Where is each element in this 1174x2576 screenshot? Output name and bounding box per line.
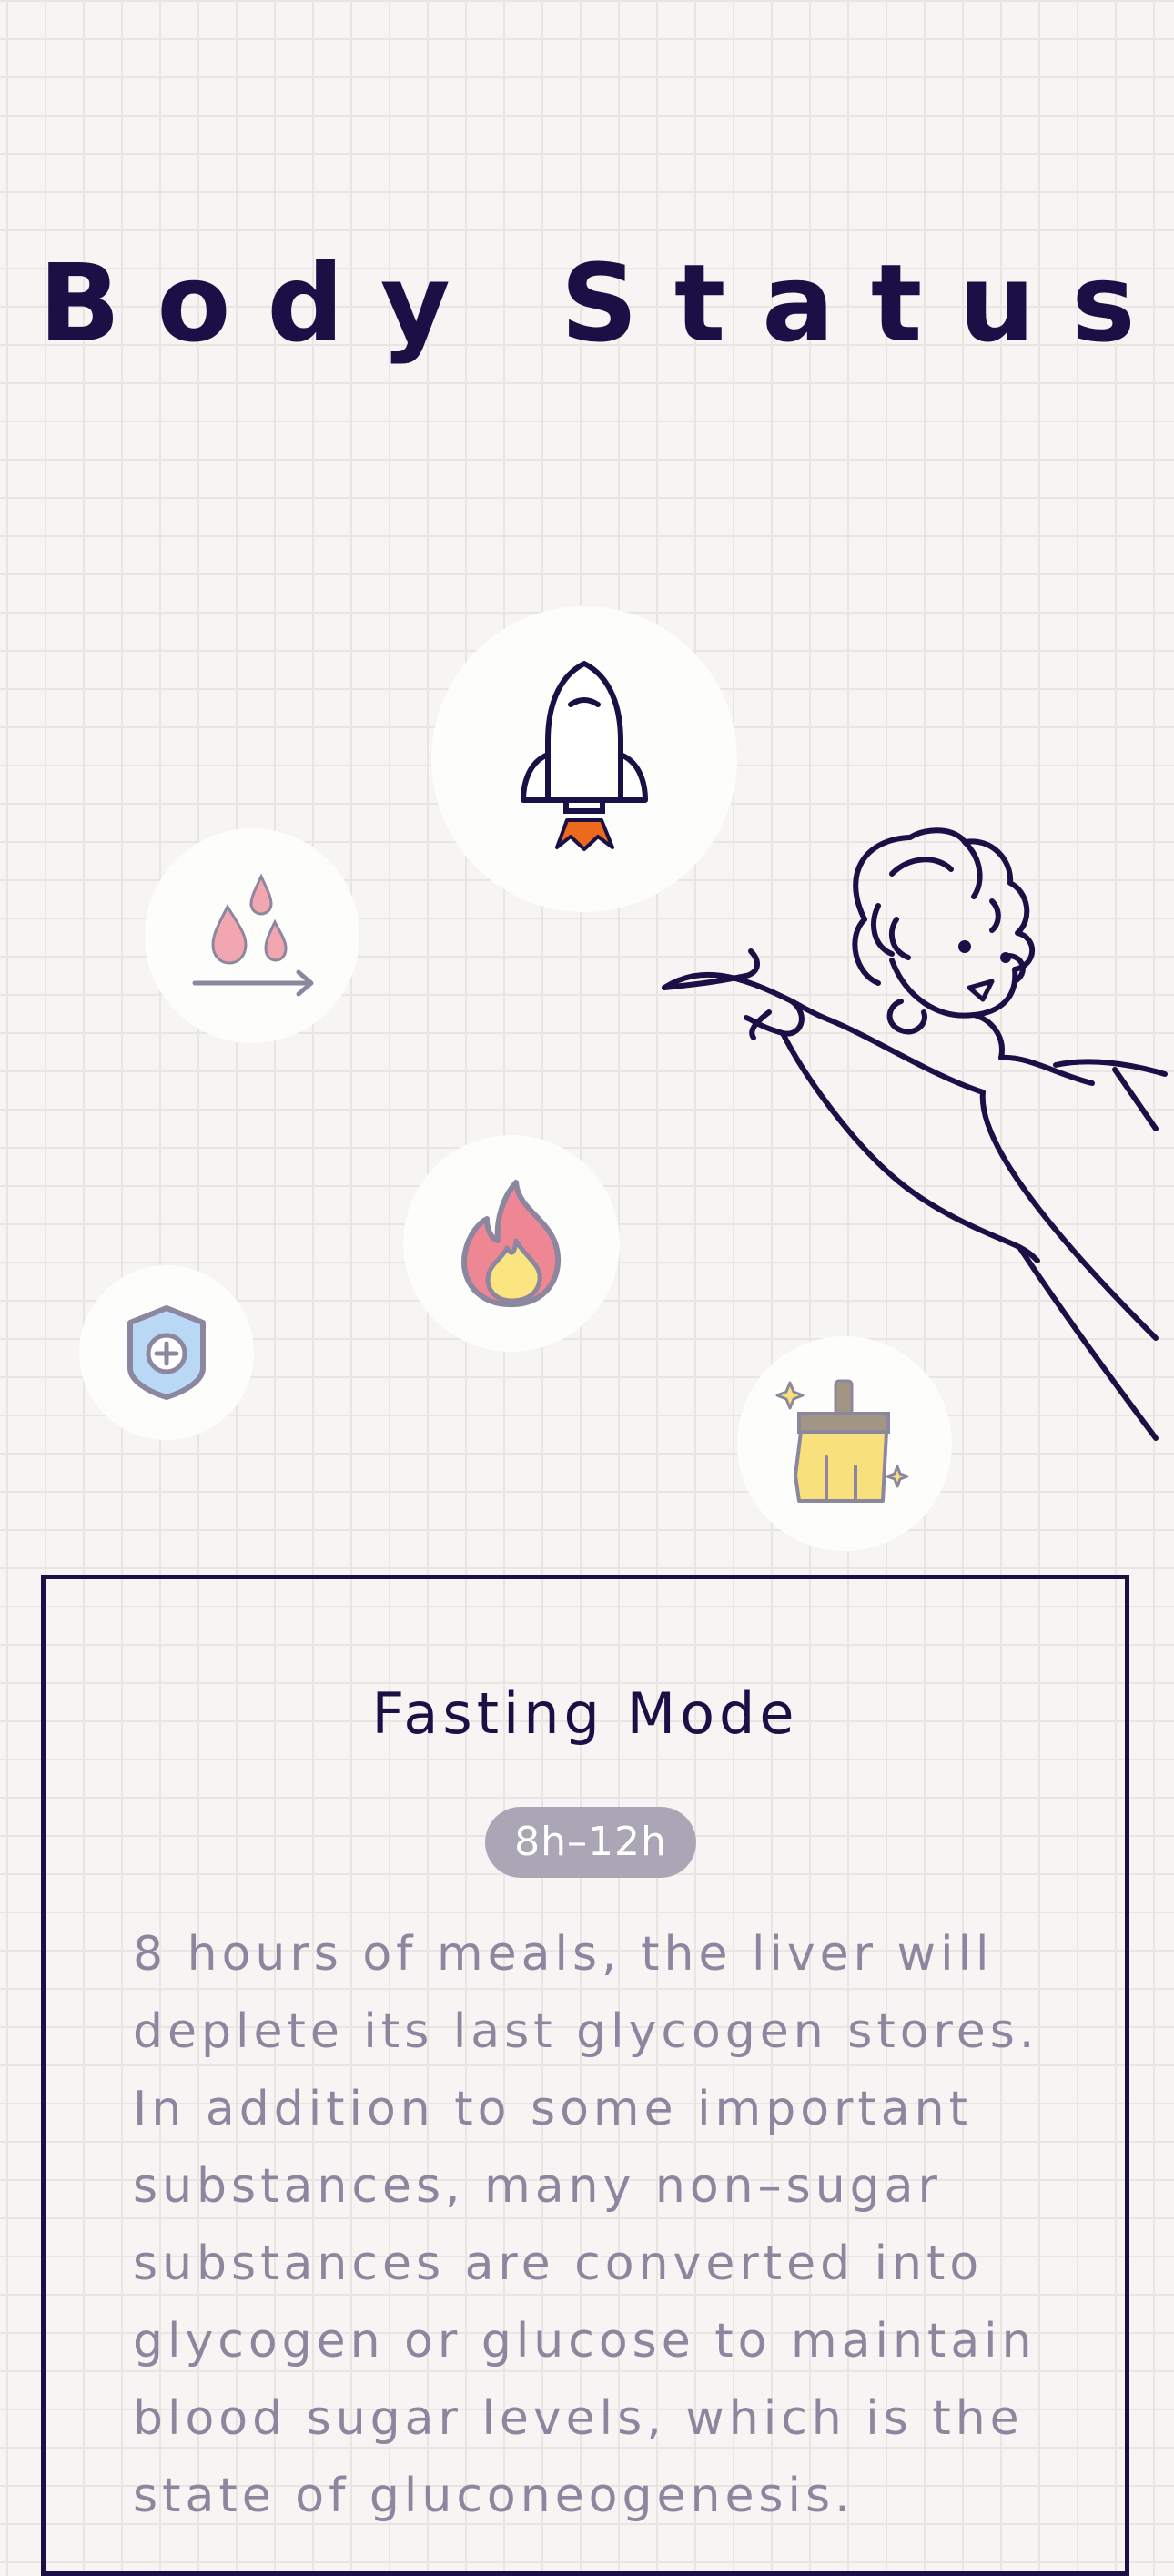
fasting-mode-card: Fasting Mode 8h–12h 8 hours of meals, th… (41, 1575, 1129, 2576)
shield-plus-icon (127, 1305, 206, 1400)
card-description: 8 hours of meals, the liver will deplete… (133, 1916, 1079, 2535)
description-line: glycogen or glucose to maintain (133, 2314, 1037, 2368)
description-line: substances, many non–sugar (133, 2159, 942, 2214)
description-line: state of gluconeogenesis. (133, 2469, 855, 2523)
description-line: substances are converted into (133, 2236, 984, 2291)
pointing-person-illustration (662, 827, 1168, 1441)
card-title: Fasting Mode (371, 1680, 799, 1747)
duration-badge: 8h–12h (485, 1807, 696, 1878)
immunity-stage-bubble[interactable] (79, 1265, 254, 1440)
description-line: deplete its last glycogen stores. (133, 2004, 1039, 2059)
water-stage-bubble[interactable] (145, 828, 359, 1043)
description-line: 8 hours of meals, the liver will (133, 1927, 994, 1982)
page-title: Body Status (38, 240, 1172, 366)
description-line: In addition to some important (133, 2082, 973, 2136)
flame-icon (461, 1180, 561, 1308)
description-line: blood sugar levels, which is the (133, 2391, 1024, 2446)
water-drops-icon (192, 873, 314, 997)
